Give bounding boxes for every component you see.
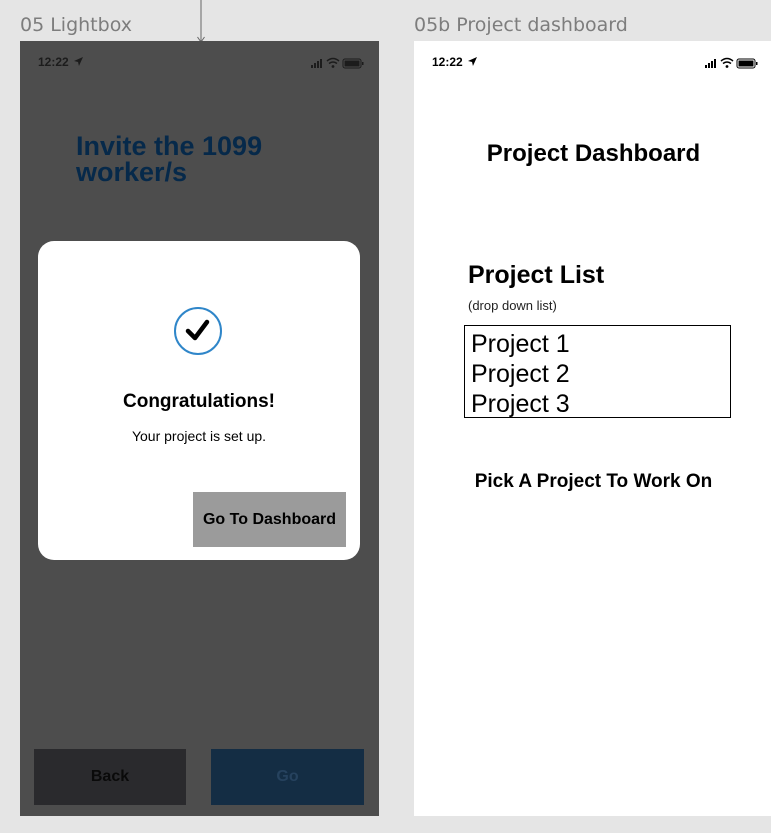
lightbox-screen: 12:22 Invite the 1099 worker/s Congratul… <box>20 41 379 816</box>
project-option[interactable]: Project 1 <box>465 329 730 359</box>
location-arrow-icon <box>468 57 478 66</box>
project-dropdown[interactable]: Project 1 Project 2 Project 3 <box>464 325 731 418</box>
signal-icon <box>705 59 716 68</box>
go-button[interactable]: Go <box>211 749 364 805</box>
status-icons <box>705 57 758 69</box>
frame-title-lightbox: 05 Lightbox <box>20 14 132 36</box>
modal-message: Your project is set up. <box>131 428 267 444</box>
status-time: 12:22 <box>432 55 478 69</box>
status-bar: 12:22 <box>432 53 759 71</box>
arrow-down-icon <box>197 0 205 43</box>
success-check-icon <box>174 307 222 355</box>
status-time-text: 12:22 <box>432 55 463 69</box>
project-option[interactable]: Project 2 <box>465 359 730 389</box>
status-time: 12:22 <box>38 55 84 69</box>
status-time-text: 12:22 <box>38 55 69 69</box>
modal-title: Congratulations! <box>123 391 275 412</box>
dashboard-screen: 12:22 Project Dashboard Project List (dr… <box>414 41 771 816</box>
battery-icon <box>736 58 758 69</box>
back-button[interactable]: Back <box>34 749 186 805</box>
battery-icon <box>342 58 364 69</box>
wifi-icon <box>720 57 734 65</box>
project-list-title: Project List <box>468 261 605 289</box>
project-list-hint: (drop down list) <box>468 298 557 313</box>
invite-heading: Invite the 1099 worker/s <box>76 131 263 187</box>
page-title: Project Dashboard <box>486 140 701 167</box>
pick-project-label: Pick A Project To Work On <box>474 471 713 492</box>
frame-title-dashboard: 05b Project dashboard <box>414 14 628 36</box>
wifi-icon <box>326 57 340 65</box>
project-option[interactable]: Project 3 <box>465 389 730 417</box>
success-modal: Congratulations! Your project is set up.… <box>38 241 360 560</box>
checkmark-icon <box>185 319 210 341</box>
status-bar: 12:22 <box>38 53 365 71</box>
signal-icon <box>311 59 322 68</box>
status-icons <box>311 57 364 69</box>
location-arrow-icon <box>74 57 84 66</box>
go-to-dashboard-button[interactable]: Go To Dashboard <box>193 492 346 547</box>
